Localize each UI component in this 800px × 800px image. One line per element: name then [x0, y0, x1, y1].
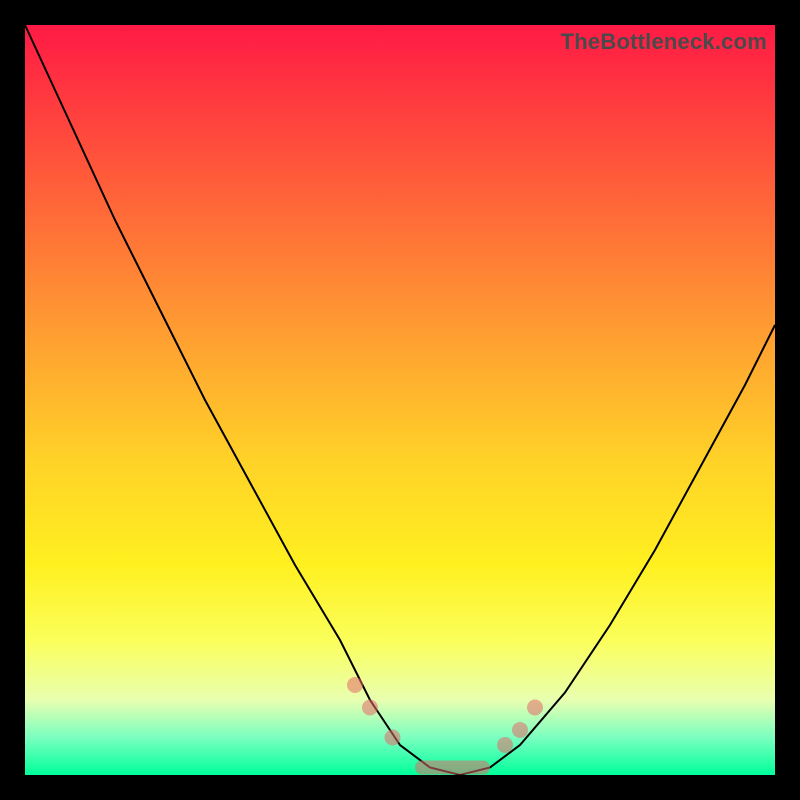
chart-area: TheBottleneck.com — [25, 25, 775, 775]
curve-marker-dot — [527, 700, 543, 716]
curve-marker-dot — [497, 737, 513, 753]
curve-marker-dot — [385, 730, 401, 746]
curve-marker-dot — [347, 677, 363, 693]
curve-marker-dot — [512, 722, 528, 738]
curve-marker-dot — [362, 700, 378, 716]
curve-marker-flat — [415, 761, 490, 775]
bottleneck-curve-line — [25, 25, 775, 775]
curve-markers — [347, 677, 543, 775]
bottleneck-chart — [25, 25, 775, 775]
